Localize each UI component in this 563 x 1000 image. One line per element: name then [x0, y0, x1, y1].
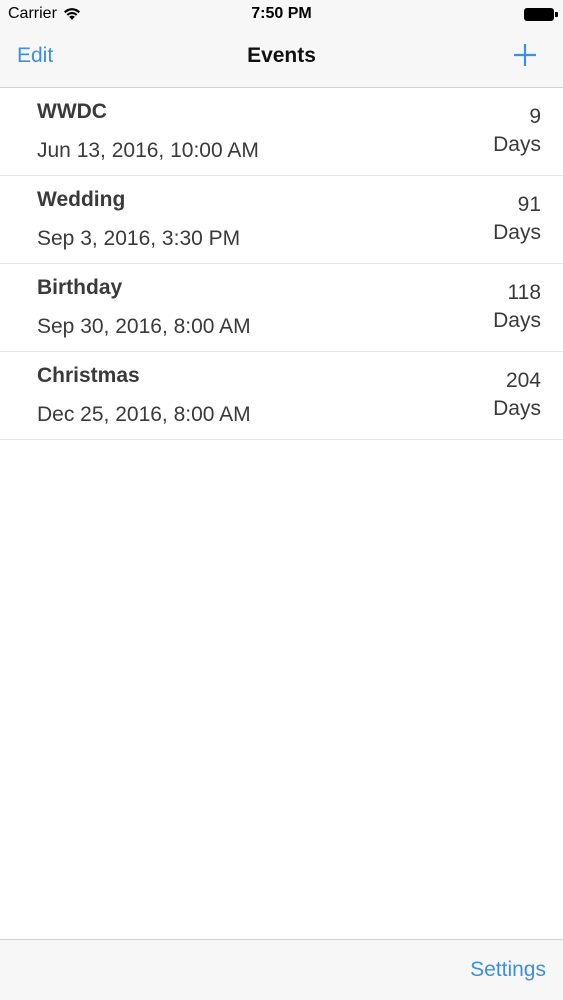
- bottom-toolbar: Settings: [0, 939, 563, 1000]
- event-date: Sep 3, 2016, 3:30 PM: [37, 227, 241, 250]
- event-row-wedding[interactable]: Wedding Sep 3, 2016, 3:30 PM 91 Days: [0, 176, 563, 264]
- event-name: Birthday: [37, 276, 123, 299]
- event-days-count: 9: [529, 105, 541, 128]
- event-days-label: Days: [493, 221, 541, 244]
- event-days-count: 204: [505, 369, 541, 392]
- event-list: WWDC Jun 13, 2016, 10:00 AM 9 Days Weddi…: [0, 88, 563, 440]
- add-event-button[interactable]: [513, 43, 537, 67]
- status-bar: Carrier 7:50 PM: [0, 0, 563, 28]
- event-days-label: Days: [493, 397, 541, 420]
- settings-button[interactable]: Settings: [470, 958, 546, 982]
- plus-icon: [514, 44, 536, 66]
- navigation-bar: Edit Events: [0, 28, 563, 88]
- event-days-count: 91: [517, 193, 541, 216]
- event-date: Jun 13, 2016, 10:00 AM: [37, 139, 259, 162]
- event-row-christmas[interactable]: Christmas Dec 25, 2016, 8:00 AM 204 Days: [0, 352, 563, 440]
- event-days-count: 118: [507, 281, 541, 304]
- event-name: Wedding: [37, 188, 126, 211]
- status-time: 7:50 PM: [251, 5, 312, 22]
- event-date: Dec 25, 2016, 8:00 AM: [37, 403, 251, 426]
- event-name: Christmas: [37, 364, 140, 387]
- page-title: Events: [247, 44, 316, 67]
- event-days-label: Days: [493, 133, 541, 156]
- event-row-birthday[interactable]: Birthday Sep 30, 2016, 8:00 AM 118 Days: [0, 264, 563, 352]
- event-days-label: Days: [493, 309, 541, 332]
- event-row-wwdc[interactable]: WWDC Jun 13, 2016, 10:00 AM 9 Days: [0, 88, 563, 176]
- event-date: Sep 30, 2016, 8:00 AM: [37, 315, 251, 338]
- event-name: WWDC: [37, 100, 107, 123]
- battery-icon: [524, 8, 558, 21]
